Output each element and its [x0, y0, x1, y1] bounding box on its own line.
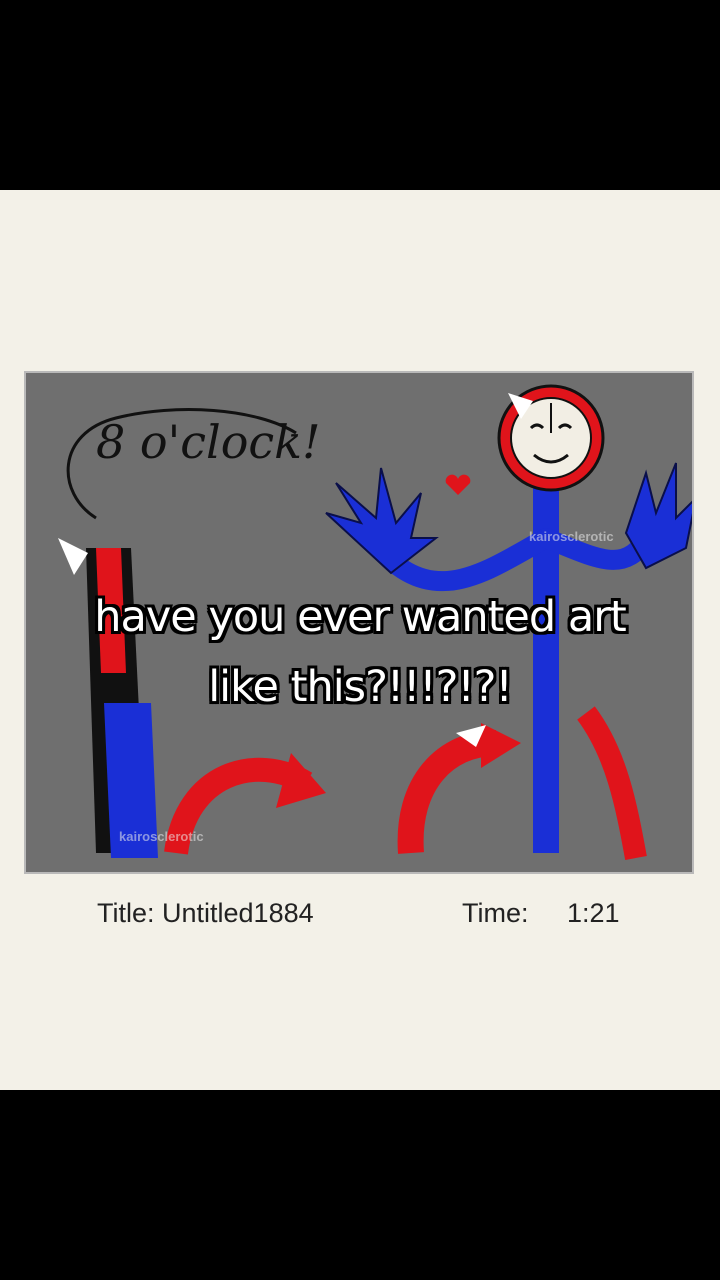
video-frame: 8 o'clock! kairosclerotic kairosclerotic… — [0, 190, 720, 1090]
scribble-text: 8 o'clock! — [96, 415, 321, 469]
letterbox-top — [0, 0, 720, 190]
arrow-right-head — [481, 723, 521, 768]
drawing-title: Title: Untitled1884 — [97, 898, 314, 928]
video-caption: have you ever wanted art like this?!!!?!… — [0, 582, 720, 722]
watermark-bottom: kairosclerotic — [119, 829, 204, 844]
caption-line-2: like this?!!!?!?! — [208, 662, 513, 712]
figure-hand-left — [325, 467, 439, 575]
time-value: 1:21 — [567, 898, 620, 928]
letterbox-bottom — [0, 1090, 720, 1280]
heart-icon — [445, 474, 471, 495]
caption-line-1: have you ever wanted art — [94, 592, 627, 642]
figure-hand-right — [624, 462, 692, 570]
watermark-top: kairosclerotic — [529, 529, 614, 544]
figure-leg-red — [577, 706, 647, 860]
left-cursor-marker — [58, 538, 88, 575]
time-label: Time: — [462, 898, 529, 928]
